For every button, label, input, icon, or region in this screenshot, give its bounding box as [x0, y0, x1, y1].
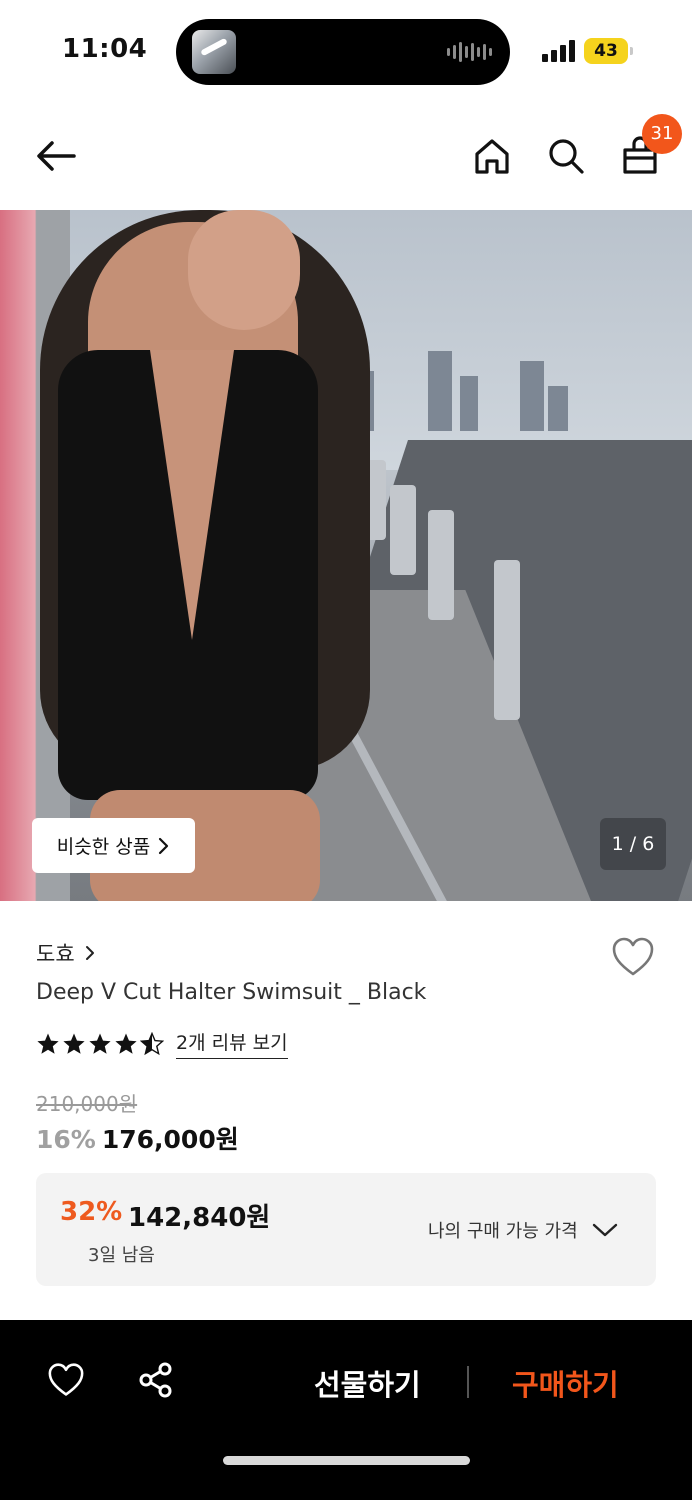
rating-row: 2개 리뷰 보기	[36, 1028, 288, 1059]
home-indicator[interactable]	[223, 1456, 470, 1465]
similar-products-button[interactable]: 비슷한 상품	[32, 818, 195, 873]
star-icon	[89, 1033, 111, 1054]
status-bar: 11:04 43	[0, 0, 692, 100]
similar-products-label: 비슷한 상품	[56, 836, 151, 858]
dynamic-island[interactable]	[176, 19, 510, 85]
audio-waveform-icon	[447, 41, 492, 63]
product-image[interactable]	[0, 210, 692, 901]
share-icon	[139, 1362, 172, 1398]
coupon-price-box[interactable]: 32% 142,840원 3일 남음 나의 구매 가능 가격	[36, 1173, 656, 1286]
review-link[interactable]: 2개 리뷰 보기	[176, 1028, 288, 1059]
product-title: Deep V Cut Halter Swimsuit _ Black	[36, 980, 427, 1005]
price-row: 16% 176,000원	[36, 1120, 239, 1156]
bottom-action-bar: 선물하기 구매하기	[0, 1320, 692, 1500]
home-button[interactable]	[468, 132, 516, 180]
coupon-remaining-days: 3일 남음	[88, 1245, 155, 1266]
home-icon	[475, 139, 509, 174]
star-icon	[37, 1033, 59, 1054]
chevron-down-icon	[592, 1223, 617, 1237]
top-nav: 31	[0, 100, 692, 210]
original-price: 210,000원	[36, 1092, 138, 1116]
brand-name: 도효	[36, 942, 75, 966]
now-playing-artwork	[192, 30, 236, 74]
discount-rate: 16%	[36, 1125, 96, 1154]
cellular-signal-icon	[542, 40, 576, 62]
chevron-right-icon	[85, 946, 94, 960]
half-star-icon	[140, 1031, 164, 1055]
image-page-indicator: 1 / 6	[600, 818, 666, 870]
action-divider	[467, 1366, 469, 1398]
rating-stars	[36, 1031, 164, 1056]
search-icon	[549, 139, 584, 174]
my-price-toggle[interactable]: 나의 구매 가능 가격	[428, 1217, 618, 1243]
gift-button[interactable]: 선물하기	[314, 1362, 421, 1404]
back-arrow-icon	[37, 141, 76, 171]
search-button[interactable]	[542, 132, 590, 180]
like-button[interactable]	[46, 1360, 86, 1400]
heart-icon	[612, 937, 654, 976]
status-time: 11:04	[62, 34, 148, 64]
coupon-discount-rate: 32%	[60, 1197, 123, 1227]
coupon-price: 142,840원	[128, 1203, 271, 1233]
share-button[interactable]	[136, 1360, 176, 1400]
back-button[interactable]	[32, 132, 80, 180]
wishlist-button[interactable]	[606, 930, 660, 984]
star-icon	[115, 1033, 137, 1054]
battery-indicator: 43	[584, 38, 633, 64]
star-icon	[63, 1033, 85, 1054]
my-price-label: 나의 구매 가능 가격	[428, 1221, 578, 1242]
buy-button[interactable]: 구매하기	[512, 1362, 619, 1404]
chevron-right-icon	[159, 837, 169, 854]
cart-button[interactable]: 31	[616, 114, 682, 180]
brand-link[interactable]: 도효	[36, 938, 95, 968]
sale-price: 176,000원	[101, 1125, 239, 1154]
heart-icon	[48, 1363, 84, 1396]
cart-count-badge: 31	[642, 114, 682, 154]
